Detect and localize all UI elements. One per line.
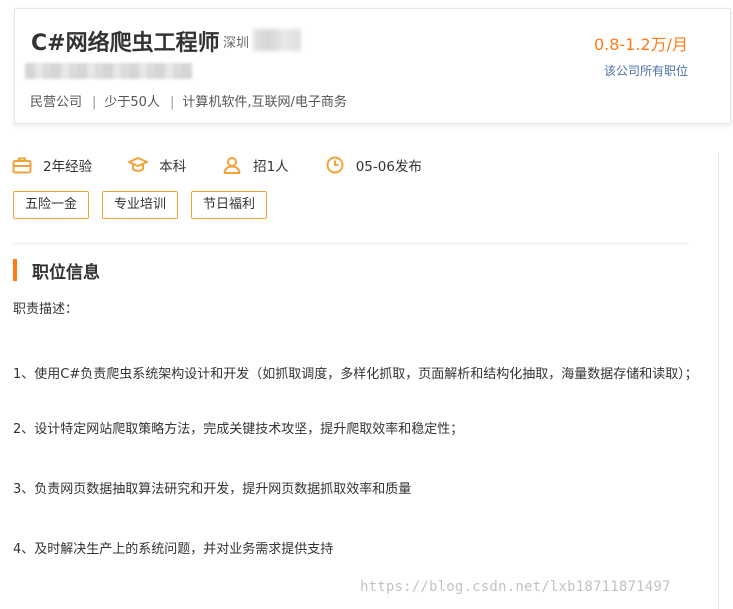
benefit-tags: 五险一金 专业培训 节日福利: [13, 191, 280, 219]
benefit-tag: 专业培训: [102, 191, 179, 219]
experience-text: 2年经验: [43, 159, 93, 175]
education-text: 本科: [159, 159, 187, 175]
benefit-tag: 节日福利: [191, 191, 268, 219]
salary: 0.8-1.2万/月: [593, 35, 688, 54]
section-title: 职位信息: [13, 258, 100, 283]
briefcase-icon: [12, 157, 32, 174]
company-meta: 民营公司 | 少于50人 | 计算机软件,互联网/电子商务: [30, 91, 347, 110]
education-item: 本科: [128, 155, 186, 175]
section-title-text: 职位信息: [32, 262, 100, 283]
meta-separator: |: [169, 95, 175, 110]
company-all-positions-link[interactable]: 该公司所有职位: [604, 62, 688, 79]
benefit-tag: 五险一金: [13, 191, 90, 219]
headcount-item: 招1人: [222, 155, 289, 175]
section-divider: [13, 243, 689, 244]
clock-icon: [326, 156, 344, 174]
meta-separator: |: [92, 95, 97, 110]
description-heading: 职责描述：: [13, 302, 79, 317]
graduation-cap-icon: [128, 157, 149, 172]
job-description: 职责描述： 1、使用C#负责爬虫系统架构设计和开发（如抓取调度，多样化抓取，页面…: [13, 300, 703, 560]
redacted-company-name-blur: [25, 63, 193, 79]
redacted-location-blur: [253, 29, 301, 51]
company-type: 民营公司: [30, 95, 83, 110]
blog-watermark: https://blog.csdn.net/lxb18711871497: [360, 579, 671, 595]
description-item: 3、负责网页数据抽取算法研究和开发，提升网页数据抓取效率和质量: [13, 482, 412, 497]
headcount-text: 招1人: [253, 159, 289, 175]
publish-date-item: 05-06发布: [325, 155, 422, 175]
description-item: 1、使用C#负责爬虫系统架构设计和开发（如抓取调度，多样化抓取，页面解析和结构化…: [13, 367, 698, 382]
publish-date-text: 05-06发布: [355, 159, 422, 175]
requirements-row: 2年经验 本科 招1人 05-06发布: [12, 152, 458, 178]
company-size: 少于50人: [104, 95, 160, 110]
company-industry: 计算机软件,互联网/电子商务: [182, 95, 347, 110]
job-header-card: C#网络爬虫工程师 深圳 民营公司 | 少于50人 | 计算机软件,互联网/电子商务 0…: [14, 8, 731, 124]
experience-item: 2年经验: [12, 155, 92, 175]
content-right-border: [718, 153, 719, 609]
description-item: 4、及时解决生产上的系统问题，并对业务需求提供支持: [13, 542, 334, 557]
person-icon: [223, 157, 241, 174]
job-title: C#网络爬虫工程师: [31, 31, 220, 56]
description-item: 2、设计特定网站爬取策略方法，完成关键技术攻坚，提升爬取效率和稳定性；: [13, 422, 464, 437]
job-city: 深圳: [223, 36, 250, 51]
section-accent-bar: [13, 259, 17, 281]
